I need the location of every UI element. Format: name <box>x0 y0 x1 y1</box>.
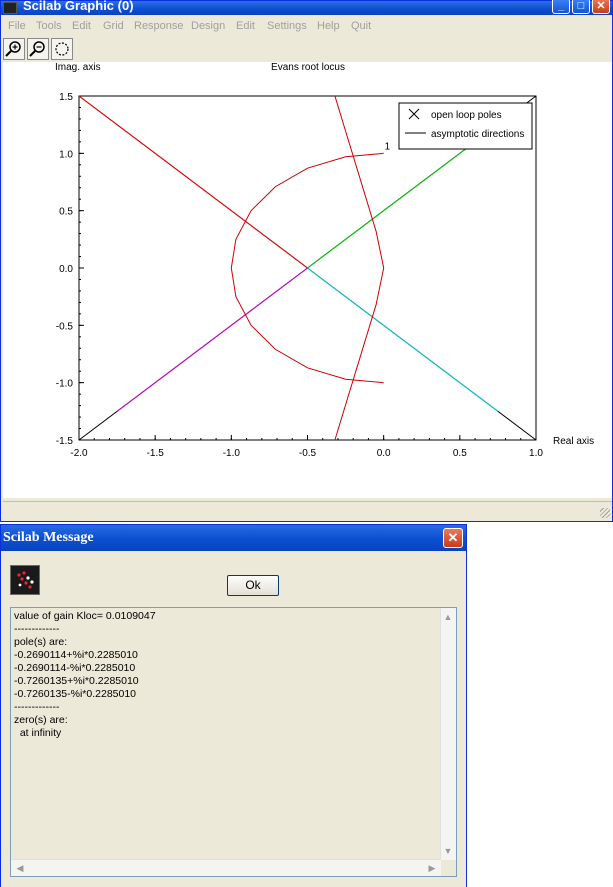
x-tick-label: -0.5 <box>299 448 317 459</box>
chart-title: Evans root locus <box>271 62 345 73</box>
zoom-in-button[interactable] <box>3 38 25 60</box>
message-text: value of gain Kloc= 0.0109047 ----------… <box>14 610 156 739</box>
x-tick-label: -1.0 <box>223 448 241 459</box>
locus-series-4 <box>116 267 308 412</box>
menu-design[interactable]: Design <box>191 20 225 32</box>
scroll-left-icon[interactable]: ◀ <box>13 861 27 875</box>
root-locus-chart[interactable]: -2.0 -1.5 -1.0 -0.5 0.0 0.5 1.01.51.00.50.0-0.… <box>3 62 612 498</box>
scroll-up-icon[interactable]: ▲ <box>441 610 455 624</box>
vertical-scrollbar[interactable]: ▲ ▼ <box>440 608 456 860</box>
maximize-button[interactable]: □ <box>572 0 590 14</box>
curve-label: 1 <box>385 141 391 152</box>
menu-settings[interactable]: Settings <box>267 20 307 32</box>
minimize-button[interactable]: _ <box>552 0 570 14</box>
menu-tools[interactable]: Tools <box>36 20 62 32</box>
statusbar <box>3 501 612 520</box>
y-tick-label: -1.5 <box>56 436 74 447</box>
graphic-titlebar[interactable]: Scilab Graphic (0) _ □ ✕ <box>1 0 612 15</box>
rotate-button[interactable] <box>51 38 73 60</box>
legend-entry-poles: open loop poles <box>431 110 502 121</box>
x-axis-label: Real axis <box>553 436 594 447</box>
menubar: File Tools Edit Grid Response Design Edi… <box>1 17 612 37</box>
y-tick-label: 1.5 <box>59 92 73 103</box>
zoom-out-icon <box>29 41 45 57</box>
resize-grip[interactable] <box>600 508 610 518</box>
y-axis-label: Imag. axis <box>55 62 101 73</box>
menu-help[interactable]: Help <box>317 20 340 32</box>
menu-response[interactable]: Response <box>134 20 184 32</box>
x-tick-label: 0.0 <box>377 448 391 459</box>
horizontal-scrollbar[interactable]: ◀ ▶ <box>11 859 441 876</box>
legend-entry-asymptotes: asymptotic directions <box>431 129 524 140</box>
message-dialog: Scilab Message ✕ Ok value of gain Kloc= … <box>0 524 467 887</box>
graphic-window: Scilab Graphic (0) _ □ ✕ File Tools Edit… <box>0 0 613 522</box>
message-dialog-titlebar[interactable]: Scilab Message ✕ <box>1 525 466 551</box>
message-text-area[interactable]: value of gain Kloc= 0.0109047 ----------… <box>10 607 457 877</box>
rotate-icon <box>55 42 69 56</box>
scilab-app-icon <box>3 2 17 14</box>
plot-canvas[interactable]: -2.0 -1.5 -1.0 -0.5 0.0 0.5 1.0 1.5 1.0 0.5 0.0 -0.… <box>3 62 612 498</box>
menu-file[interactable]: File <box>8 20 26 32</box>
y-tick-label: 0.5 <box>59 207 73 218</box>
menu-quit[interactable]: Quit <box>351 20 371 32</box>
locus-series-7 <box>334 95 385 441</box>
menu-edit[interactable]: Edit <box>72 20 91 32</box>
close-button[interactable]: ✕ <box>592 0 610 14</box>
y-tick-label: -1.0 <box>56 379 74 390</box>
x-tick-label: -2.0 <box>70 448 88 459</box>
scroll-right-icon[interactable]: ▶ <box>425 861 439 875</box>
locus-series-5 <box>307 267 499 412</box>
x-tick-label: -1.5 <box>147 448 165 459</box>
message-dialog-title: Scilab Message <box>3 530 94 545</box>
scilab-logo-icon <box>10 565 40 595</box>
zoom-out-button[interactable] <box>27 38 49 60</box>
graphic-window-title: Scilab Graphic (0) <box>23 0 134 13</box>
menu-edit-2[interactable]: Edit <box>236 20 255 32</box>
y-tick-label: -0.5 <box>56 321 74 332</box>
locus-series-2 <box>78 95 308 269</box>
scroll-down-icon[interactable]: ▼ <box>441 844 455 858</box>
zoom-in-icon <box>5 41 21 57</box>
y-tick-label: 1.0 <box>59 149 73 160</box>
dialog-close-button[interactable]: ✕ <box>443 528 463 548</box>
y-tick-label: 0.0 <box>59 264 73 275</box>
ok-button[interactable]: Ok <box>227 575 279 596</box>
menu-grid[interactable]: Grid <box>103 20 124 32</box>
x-tick-label: 1.0 <box>529 448 543 459</box>
x-tick-label: 0.5 <box>453 448 467 459</box>
